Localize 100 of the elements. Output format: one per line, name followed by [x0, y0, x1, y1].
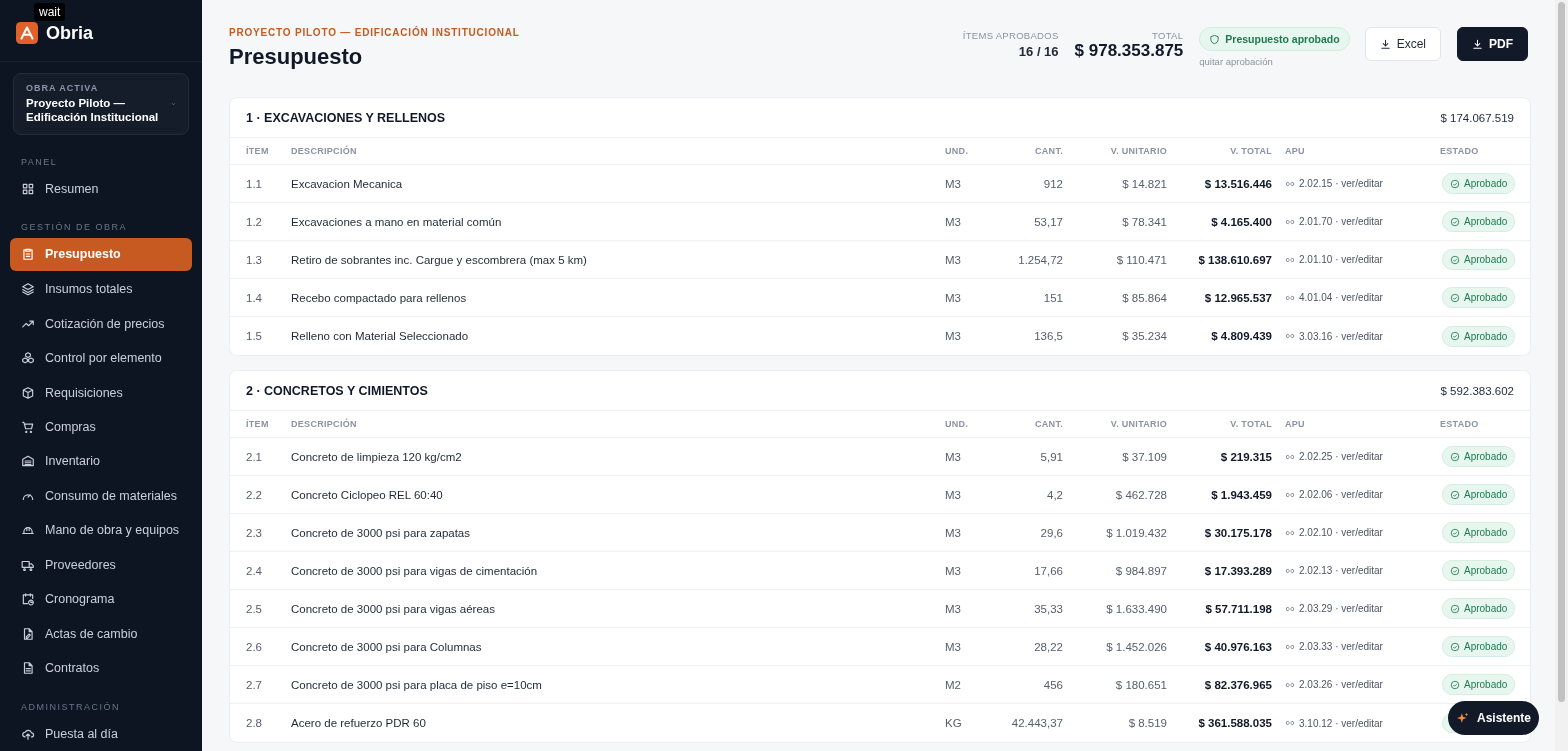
table-cell-text: 2.3 — [246, 526, 263, 539]
nav-item[interactable]: Puesta al día — [10, 716, 192, 751]
table-cell-text: M3 — [945, 488, 962, 501]
nav-item[interactable]: Actas de cambio — [10, 616, 192, 652]
table-cell-text: M3 — [945, 253, 962, 266]
table-cell-text: $ 14.821 — [1121, 177, 1167, 190]
table-cell-text: 1.4 — [246, 291, 263, 304]
column-header: V. TOTAL — [1229, 419, 1272, 429]
table-cell-text: 2.6 — [246, 640, 263, 653]
table-cell-text: $ 110.471 — [1115, 253, 1167, 266]
table-cell-text: 2.7 — [246, 678, 263, 691]
nav-item[interactable]: Presupuesto — [10, 238, 192, 271]
status-badge: Aprobado — [1442, 211, 1516, 232]
nav-item[interactable]: Control por elemento — [10, 340, 192, 376]
nav-item[interactable]: Inventario — [10, 444, 192, 479]
table-cell-text: 29,6 — [1039, 526, 1063, 539]
table-cell-text: $ 37.109 — [1121, 450, 1167, 463]
table-cell-text: 456 — [1042, 678, 1063, 691]
status-badge: Aprobado — [1442, 484, 1516, 505]
table-cell-text: 1.5 — [246, 330, 263, 342]
table-cell-text: Relleno con Material Seleccionado — [291, 330, 470, 342]
apu-link[interactable]: 2.02.06 · ver/editar — [1299, 489, 1383, 500]
table-cell-text: 912 — [1042, 177, 1063, 190]
table-cell-text: 5,91 — [1039, 450, 1063, 463]
column-header: ESTADO — [1439, 146, 1480, 156]
column-header: CANT. — [1034, 146, 1063, 156]
apu-link[interactable]: 4.01.04 · ver/editar — [1299, 292, 1383, 303]
table-cell-text: $ 8.519 — [1127, 717, 1167, 729]
apu-link[interactable]: 2.01.10 · ver/editar — [1299, 254, 1383, 265]
table-cell-text: $ 1.452.026 — [1105, 640, 1167, 653]
apu-link[interactable]: 2.03.26 · ver/editar — [1299, 679, 1383, 690]
chapter-total: $ 174.067.519 — [1440, 111, 1514, 124]
table-cell-text: 2.5 — [246, 602, 263, 615]
status-badge: Aprobado — [1442, 560, 1516, 581]
apu-link[interactable]: 2.02.10 · ver/editar — [1299, 527, 1383, 538]
table-cell-text: $ 462.728 — [1114, 488, 1167, 501]
app-name: Obria — [46, 22, 93, 44]
column-header: DESCRIPCIÓN — [291, 146, 358, 156]
apu-link[interactable]: 2.02.15 · ver/editar — [1299, 178, 1383, 189]
table-cell-text: $ 219.315 — [1219, 450, 1272, 463]
table-cell-text: KG — [945, 717, 963, 729]
assistant-button[interactable]: Asistente — [1448, 701, 1539, 735]
table-cell-text: Recebo compactado para rellenos — [291, 291, 468, 304]
table-cell-text: 2.8 — [246, 717, 263, 729]
status-badge: Aprobado — [1442, 636, 1516, 657]
table-cell-text: 1.2 — [246, 215, 263, 228]
apu-link[interactable]: 2.01.70 · ver/editar — [1299, 216, 1383, 227]
column-header: CANT. — [1034, 419, 1063, 429]
status-badge: Aprobado — [1442, 674, 1516, 695]
status-badge: Aprobado — [1442, 446, 1516, 467]
table-cell-text: M3 — [945, 564, 962, 577]
apu-link[interactable]: 2.02.13 · ver/editar — [1299, 565, 1383, 576]
table-cell-text: $ 1.943.459 — [1210, 488, 1272, 501]
export-button[interactable]: PDF — [1457, 27, 1528, 61]
table-cell-text: M3 — [945, 215, 962, 228]
column-header: UND. — [945, 419, 970, 429]
table-cell-text: $ 361.588.035 — [1197, 717, 1272, 729]
table-cell-text: 53,17 — [1033, 215, 1063, 228]
nav-item[interactable]: Proveedores — [10, 547, 192, 583]
nav-item[interactable]: Cotización de precios — [10, 306, 192, 341]
table-cell-text: Concreto de 3000 psi para vigas aéreas — [291, 602, 496, 615]
table-cell-text: 1.3 — [246, 253, 263, 266]
nav-item[interactable]: Requisiciones — [10, 375, 192, 410]
apu-link[interactable]: 2.03.29 · ver/editar — [1299, 603, 1383, 614]
nav-item[interactable]: Consumo de materiales — [10, 478, 192, 514]
table-cell-text: Excavaciones a mano en material común — [291, 215, 503, 228]
apu-link[interactable]: 3.03.16 · ver/editar — [1299, 330, 1383, 342]
project-label: OBRA ACTIVA — [26, 82, 100, 93]
table-cell-text: M3 — [945, 640, 962, 653]
status-badge: Aprobado — [1442, 249, 1516, 270]
table-cell-text: M3 — [945, 177, 962, 190]
table-cell-text: $ 17.393.289 — [1203, 564, 1272, 577]
nav-item[interactable]: Contratos — [10, 651, 192, 686]
apu-link[interactable]: 2.02.25 · ver/editar — [1299, 451, 1383, 462]
table-cell-text: $ 1.633.490 — [1105, 602, 1167, 615]
table-cell-text: Concreto de 3000 psi para Columnas — [291, 640, 483, 653]
apu-link[interactable]: 3.10.12 · ver/editar — [1299, 717, 1383, 729]
nav-item[interactable]: Resumen — [10, 171, 192, 206]
apu-link[interactable]: 2.03.33 · ver/editar — [1299, 641, 1383, 652]
status-badge: Aprobado — [1442, 598, 1516, 619]
table-cell-text: M3 — [945, 602, 962, 615]
stat-label: TOTAL — [1152, 30, 1184, 41]
table-cell-text: 2.2 — [246, 488, 263, 501]
approval-badge: Presupuesto aprobado — [1199, 27, 1350, 51]
table-cell-text: M3 — [945, 291, 962, 304]
total-amount: $ 978.353.875 — [1074, 41, 1184, 61]
nav-item[interactable]: Mano de obra y equipos — [10, 513, 192, 548]
table-cell-text: Acero de refuerzo PDR 60 — [291, 717, 427, 729]
export-button[interactable]: Excel — [1364, 27, 1441, 61]
chapter-title: 1 · EXCAVACIONES Y RELLENOS — [246, 110, 446, 125]
nav-item[interactable]: Compras — [10, 409, 192, 445]
table-cell-text: M3 — [945, 450, 962, 463]
table-cell-text: 1.254,72 — [1017, 253, 1063, 266]
project-selector[interactable]: OBRA ACTIVA Proyecto Piloto — Edificación Institucional — [13, 72, 189, 135]
table-cell-text: 2.4 — [246, 564, 263, 577]
nav-section-label: GESTIÓN DE OBRA — [20, 221, 128, 234]
column-header: V. UNITARIO — [1109, 419, 1167, 429]
table-cell-text: $ 40.976.163 — [1203, 640, 1272, 653]
nav-item[interactable]: Cronograma — [10, 582, 192, 617]
nav-item[interactable]: Insumos totales — [10, 271, 192, 307]
